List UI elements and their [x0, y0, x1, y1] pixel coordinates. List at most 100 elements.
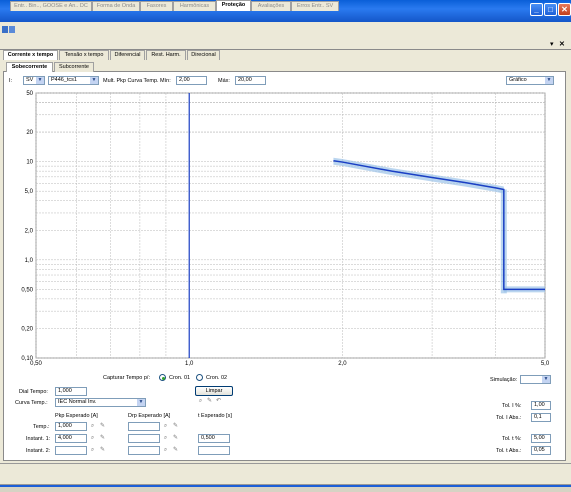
instant2-pkp-input[interactable]	[55, 446, 87, 455]
x-tick-label: 1,0	[185, 361, 194, 367]
pencil-icon[interactable]: ✎	[172, 435, 179, 442]
instant1-pkp-input[interactable]: 4,000	[55, 434, 87, 443]
instant2-drp-input[interactable]	[128, 446, 160, 455]
x-tick-label: 2,0	[338, 361, 347, 367]
instant1-drp-input[interactable]	[128, 434, 160, 443]
curve-select[interactable]: IEC Normal Inv. ▼	[55, 398, 146, 407]
device-select[interactable]: P446_tcs1 ▼	[48, 76, 99, 85]
pencil-icon[interactable]: ✎	[172, 447, 179, 454]
search-icon[interactable]: ⌕	[162, 435, 169, 442]
tab-undercurrent[interactable]: Subcorrente	[54, 62, 94, 72]
toolbar-dropdown-icon[interactable]	[9, 26, 15, 33]
temp-pkp-input[interactable]: 1,000	[55, 422, 87, 431]
tol-t-pct-label: Tol. t %:	[502, 436, 522, 442]
tol-i-pct-input[interactable]: 1,00	[531, 401, 551, 410]
mult-max-label: Máx:	[218, 78, 230, 84]
instant2-row-label: Instant. 2:	[26, 448, 51, 454]
y-tick-label: 2,0	[25, 228, 34, 234]
curve-select-value: IEC Normal Inv.	[58, 399, 97, 405]
app-icon[interactable]	[2, 26, 8, 33]
tol-t-abs-input[interactable]: 0,05	[531, 446, 551, 455]
maximize-button[interactable]: □	[544, 3, 557, 16]
temp-row-label: Temp.:	[33, 424, 50, 430]
tab-protection[interactable]: Proteção	[216, 0, 251, 11]
search-icon[interactable]: ⌕	[89, 423, 96, 430]
dial-label: Dial Tempo:	[19, 389, 48, 395]
y-tick-label: 50	[26, 91, 33, 97]
y-tick-label: 20	[26, 130, 33, 136]
chevron-down-icon: ▼	[545, 77, 553, 84]
pencil-icon[interactable]: ✎	[99, 435, 106, 442]
chevron-down-icon: ▼	[137, 399, 145, 406]
cron01-label: Cron. 01	[169, 375, 191, 381]
plot-area	[35, 92, 546, 359]
drp-header: Drp Esperado [A]	[128, 413, 171, 419]
clear-button[interactable]: Limpar	[195, 386, 233, 396]
simulation-select[interactable]: ▼	[520, 375, 551, 384]
cron01-radio[interactable]	[159, 374, 166, 381]
tab-phasors[interactable]: Fasores	[140, 1, 173, 11]
x-tick-label: 5,0	[541, 361, 550, 367]
pencil-icon[interactable]: ✎	[172, 423, 179, 430]
chevron-down-icon: ▼	[36, 77, 44, 84]
capture-label: Capturar Tempo p/:	[103, 375, 150, 381]
view-select-value: Gráfico	[509, 77, 527, 83]
curve-label: Curva Temp.:	[15, 400, 48, 406]
close-button[interactable]: ✕	[558, 3, 571, 16]
tab-waveform[interactable]: Forma de Onda	[92, 1, 140, 11]
tol-t-abs-label: Tol. t Abs.:	[496, 448, 522, 454]
instant1-row-label: Instant. 1:	[26, 436, 51, 442]
x-tick-label: 0,50	[30, 361, 42, 367]
cron02-radio[interactable]	[196, 374, 203, 381]
current-label: I:	[9, 78, 13, 84]
pencil-icon[interactable]: ✎	[99, 423, 106, 430]
search-icon[interactable]: ⌕	[162, 423, 169, 430]
temp-drp-input[interactable]	[128, 422, 160, 431]
tab-harmonic-restraint[interactable]: Rest. Harm.	[146, 50, 186, 60]
tab-sv-errors[interactable]: Erros Entr.. SV	[291, 1, 339, 11]
pencil-icon[interactable]: ✎	[99, 447, 106, 454]
y-tick-label: 10	[26, 160, 33, 166]
dial-input[interactable]: 1,000	[55, 387, 87, 396]
chevron-down-icon: ▼	[542, 376, 550, 383]
tab-voltage-time[interactable]: Tensão x tempo	[59, 50, 109, 60]
panel-close-icon[interactable]: ✕	[559, 40, 565, 48]
search-icon[interactable]: ⌕	[197, 398, 204, 405]
pencil-icon[interactable]: ✎	[206, 398, 213, 405]
pkp-header: Pkp Esperado [A]	[55, 413, 98, 419]
minimize-button[interactable]: _	[530, 3, 543, 16]
search-icon[interactable]: ⌕	[162, 447, 169, 454]
tol-t-pct-input[interactable]: 5,00	[531, 434, 551, 443]
search-icon[interactable]: ⌕	[89, 447, 96, 454]
tab-differential[interactable]: Diferencial	[110, 50, 145, 60]
instant2-t-input[interactable]	[198, 446, 230, 455]
tab-current-time[interactable]: Corrente x tempo	[3, 50, 58, 60]
status-line	[0, 485, 571, 487]
source-select[interactable]: SV ▼	[23, 76, 45, 85]
t-header: t Esperado [s]	[198, 413, 232, 419]
pin-dropdown-icon[interactable]: ▾	[550, 40, 554, 48]
tab-harmonics[interactable]: Harmônicas	[173, 1, 216, 11]
main-tab-strip	[0, 39, 571, 50]
tab-binary-goose[interactable]: Entr.. Bin.., GOOSE e An.. DC	[10, 1, 92, 11]
simulation-label: Simulação:	[490, 377, 518, 383]
mult-min-label: Mult. Pkp Curva Temp. Mín:	[103, 78, 171, 84]
tab-overcurrent[interactable]: Sobecorrente	[6, 62, 53, 72]
y-tick-label: 1,0	[25, 258, 34, 264]
y-tick-label: 5,0	[25, 189, 34, 195]
tab-directional[interactable]: Direcional	[187, 50, 220, 60]
tab-evaluations[interactable]: Avaliações	[251, 1, 291, 11]
device-select-value: P446_tcs1	[51, 77, 77, 83]
tol-i-abs-input[interactable]: 0,1	[531, 413, 551, 422]
search-icon[interactable]: ⌕	[89, 435, 96, 442]
bottom-separator	[0, 463, 571, 467]
cron02-label: Cron. 02	[206, 375, 228, 381]
undo-icon[interactable]: ↶	[215, 398, 222, 405]
mult-min-input[interactable]: 2,00	[176, 76, 207, 85]
view-select[interactable]: Gráfico ▼	[506, 76, 554, 85]
y-tick-label: 0,50	[21, 287, 33, 293]
chevron-down-icon: ▼	[90, 77, 98, 84]
mult-max-input[interactable]: 20,00	[235, 76, 266, 85]
instant1-t-input[interactable]: 0,500	[198, 434, 230, 443]
time-current-chart[interactable]: 5020105,02,01,00,500,200,100,50 1,0 2,0 5,0	[0, 86, 571, 370]
